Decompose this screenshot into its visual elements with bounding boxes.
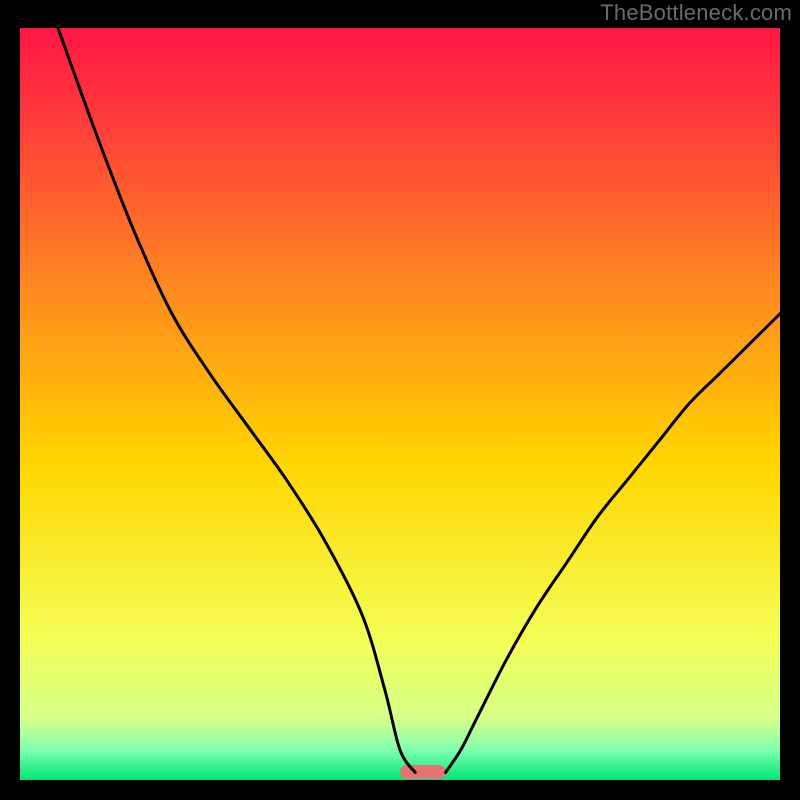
chart-container: TheBottleneck.com bbox=[0, 0, 800, 800]
chart-svg bbox=[20, 28, 780, 780]
optimal-marker bbox=[400, 765, 446, 779]
plot-area bbox=[20, 28, 780, 780]
watermark-text: TheBottleneck.com bbox=[600, 0, 792, 26]
gradient-background bbox=[20, 28, 780, 780]
